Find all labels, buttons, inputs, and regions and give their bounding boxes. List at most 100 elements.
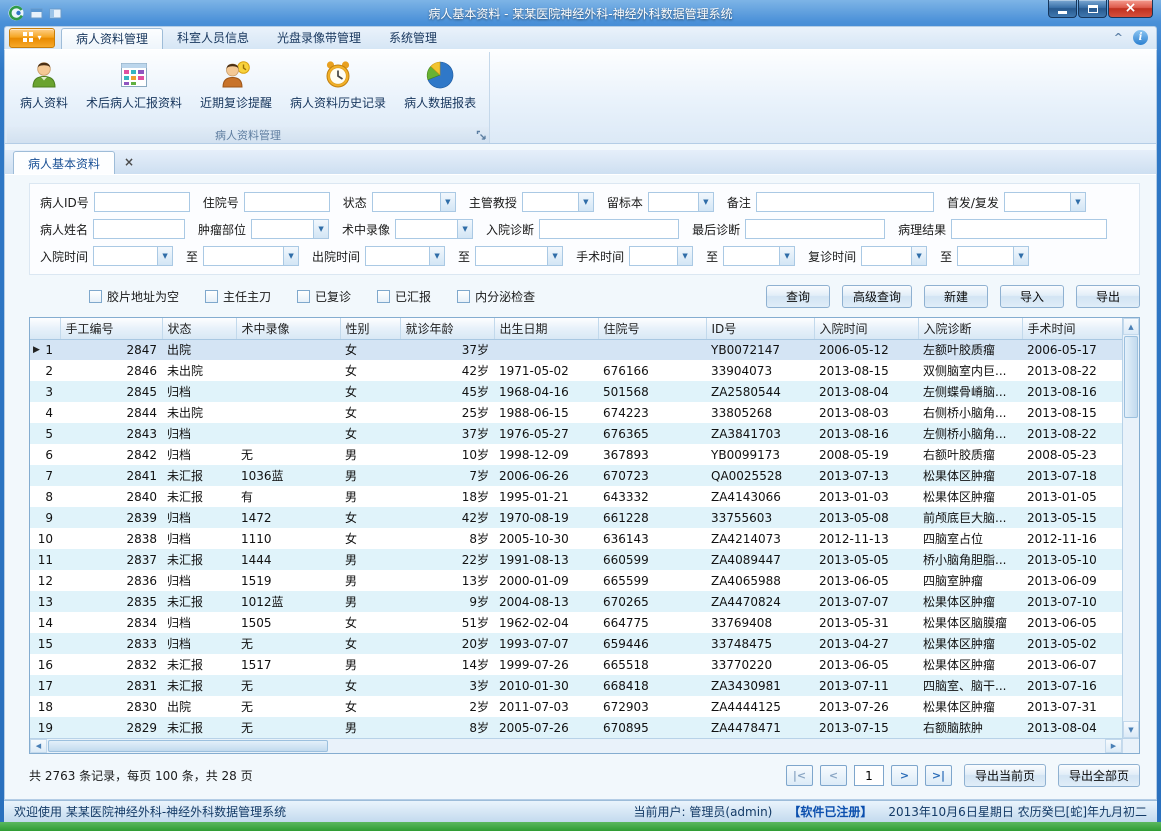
chevron-down-icon[interactable]: ▼ [698,193,713,211]
table-row[interactable]: ▶12847出院女37岁YB00721472006-05-12左额叶胶质瘤200… [30,339,1122,360]
table-row[interactable]: 92839归档1472女42岁1970-08-19661228337556032… [30,507,1122,528]
grid-column-header[interactable]: 就诊年龄 [400,318,494,339]
filter-combo[interactable]: ▼ [475,246,563,266]
first-page-button[interactable]: |< [786,765,813,786]
checkbox-icon[interactable] [205,290,218,303]
checkbox-icon[interactable] [89,290,102,303]
vertical-scrollbar[interactable] [1122,318,1139,738]
filter-combo[interactable]: ▼ [957,246,1029,266]
table-row[interactable]: 112837未汇报1444男22岁1991-08-13660599ZA40894… [30,549,1122,570]
ribbon-tab-1[interactable]: 病人资料管理 [61,28,163,49]
checkbox-icon[interactable] [297,290,310,303]
scroll-up-icon[interactable] [1123,318,1139,335]
grid-column-header[interactable]: 入院时间 [814,318,918,339]
checkbox-icon[interactable] [457,290,470,303]
ribbon-button-revisit-reminder[interactable]: 近期复诊提醒 [191,54,281,125]
filter-input[interactable] [745,219,885,239]
scroll-left-icon[interactable] [30,739,47,753]
grid-column-header[interactable]: 状态 [162,318,236,339]
table-row[interactable]: 152833归档无女20岁1993-07-0765944633748475201… [30,633,1122,654]
app-icon[interactable] [8,5,24,21]
filter-checkbox[interactable]: 已汇报 [377,288,431,305]
filter-combo[interactable]: ▼ [93,246,173,266]
registration-status[interactable]: 【软件已注册】 [788,803,872,820]
filter-combo[interactable]: ▼ [522,192,594,212]
quick-access-icon-1[interactable] [30,7,43,20]
filter-combo[interactable]: ▼ [861,246,927,266]
chevron-down-icon[interactable]: ▼ [1070,193,1085,211]
maximize-button[interactable] [1078,0,1107,18]
table-row[interactable]: 172831未汇报无女3岁2010-01-30668418ZA343098120… [30,675,1122,696]
page-number-input[interactable] [854,765,884,786]
table-row[interactable]: 122836归档1519男13岁2000-01-09665599ZA406598… [30,570,1122,591]
tab-close-icon[interactable]: × [124,155,134,169]
chevron-down-icon[interactable]: ▼ [157,247,172,265]
ribbon-button-pie-chart[interactable]: 病人数据报表 [395,54,485,125]
new-button[interactable]: 新建 [924,285,988,308]
chevron-down-icon[interactable]: ▼ [547,247,562,265]
chevron-down-icon[interactable]: ▼ [313,220,328,238]
filter-checkbox[interactable]: 主任主刀 [205,288,271,305]
horizontal-scroll-thumb[interactable] [48,740,328,752]
filter-input[interactable] [93,219,185,239]
application-menu-button[interactable]: ▾ [9,28,55,48]
grid-column-header[interactable]: 术中录像 [236,318,340,339]
ribbon-tab-4[interactable]: 系统管理 [375,28,451,49]
scroll-right-icon[interactable] [1105,739,1122,753]
filter-combo[interactable]: ▼ [723,246,795,266]
export-all-pages-button[interactable]: 导出全部页 [1058,764,1140,787]
filter-combo[interactable]: ▼ [203,246,299,266]
table-row[interactable]: 72841未汇报1036蓝男7岁2006-06-26670723QA002552… [30,465,1122,486]
table-row[interactable]: 82840未汇报有男18岁1995-01-21643332ZA414306620… [30,486,1122,507]
vertical-scroll-thumb[interactable] [1124,336,1138,418]
chevron-down-icon[interactable]: ▼ [440,193,455,211]
dialog-launcher-icon[interactable] [476,130,487,141]
grid-column-header[interactable]: 手工编号 [60,318,162,339]
filter-combo[interactable]: ▼ [251,219,329,239]
export-current-page-button[interactable]: 导出当前页 [964,764,1046,787]
ribbon-button-history-clock[interactable]: 病人资料历史记录 [281,54,395,125]
filter-combo[interactable]: ▼ [648,192,714,212]
table-row[interactable]: 42844未出院女25岁1988-06-15674223338052682013… [30,402,1122,423]
filter-combo[interactable]: ▼ [372,192,456,212]
chevron-down-icon[interactable]: ▼ [283,247,298,265]
quick-access-icon-2[interactable] [49,7,62,20]
scroll-down-icon[interactable] [1123,721,1139,738]
table-row[interactable]: 182830出院无女2岁2011-07-03672903ZA4444125201… [30,696,1122,717]
table-row[interactable]: 52843归档女37岁1976-05-27676365ZA38417032013… [30,423,1122,444]
ribbon-button-postop-report[interactable]: 术后病人汇报资料 [77,54,191,125]
chevron-down-icon[interactable]: ▼ [578,193,593,211]
ribbon-collapse-icon[interactable] [1114,33,1123,43]
grid-column-header[interactable]: 出生日期 [494,318,598,339]
grid-column-header[interactable]: 住院号 [598,318,706,339]
filter-checkbox[interactable]: 胶片地址为空 [89,288,179,305]
filter-checkbox[interactable]: 已复诊 [297,288,351,305]
ribbon-tab-3[interactable]: 光盘录像带管理 [263,28,375,49]
chevron-down-icon[interactable]: ▼ [457,220,472,238]
table-row[interactable]: 32845归档女45岁1968-04-16501568ZA25805442013… [30,381,1122,402]
last-page-button[interactable]: >| [925,765,952,786]
table-row[interactable]: 192829未汇报无男8岁2005-07-26670895ZA447847120… [30,717,1122,738]
info-icon[interactable] [1133,30,1148,45]
table-row[interactable]: 132835未汇报1012蓝男9岁2004-08-13670265ZA44708… [30,591,1122,612]
tab-patient-basic-info[interactable]: 病人基本资料 [13,151,115,174]
filter-combo[interactable]: ▼ [365,246,445,266]
query-button[interactable]: 查询 [766,285,830,308]
prev-page-button[interactable]: < [820,765,847,786]
filter-combo[interactable]: ▼ [1004,192,1086,212]
export-button[interactable]: 导出 [1076,285,1140,308]
grid-column-header[interactable]: 入院诊断 [918,318,1022,339]
horizontal-scroll-track[interactable] [47,739,1105,753]
vertical-scroll-track[interactable] [1123,335,1139,721]
chevron-down-icon[interactable]: ▼ [677,247,692,265]
ribbon-button-patient[interactable]: 病人资料 [11,54,77,125]
chevron-down-icon[interactable]: ▼ [429,247,444,265]
filter-input[interactable] [539,219,679,239]
horizontal-scrollbar[interactable] [30,738,1139,753]
grid-column-header[interactable]: 性别 [340,318,400,339]
filter-checkbox[interactable]: 内分泌检查 [457,288,535,305]
filter-input[interactable] [951,219,1107,239]
advanced-query-button[interactable]: 高级查询 [842,285,912,308]
close-button[interactable] [1108,0,1153,18]
grid-column-header[interactable]: ID号 [706,318,814,339]
